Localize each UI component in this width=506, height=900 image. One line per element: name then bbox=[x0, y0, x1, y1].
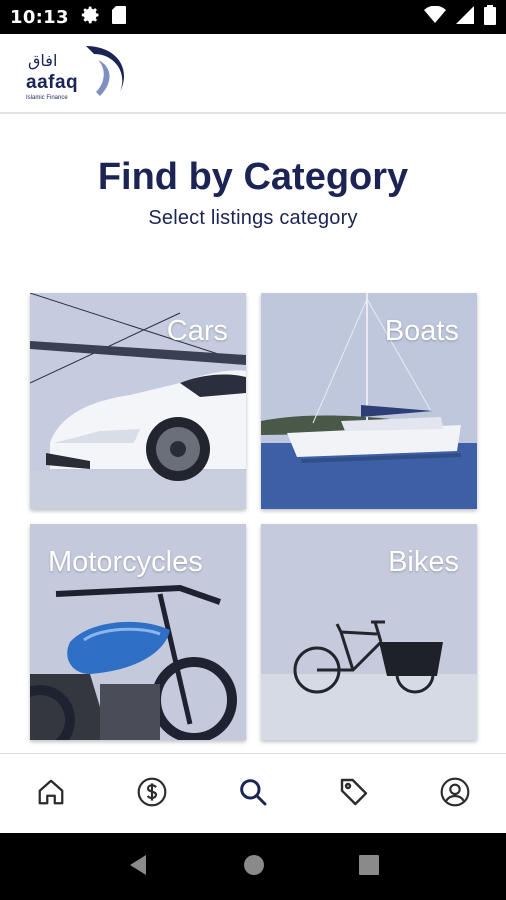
back-icon[interactable] bbox=[126, 853, 150, 881]
category-label-bikes: Bikes bbox=[388, 546, 459, 578]
gear-icon bbox=[81, 5, 101, 29]
system-nav-bar bbox=[0, 833, 506, 900]
logo-tagline: Islamic Finance bbox=[26, 95, 68, 101]
profile-icon bbox=[439, 776, 471, 812]
category-tile-bikes[interactable]: Bikes bbox=[261, 524, 477, 740]
status-bar: 10:13 bbox=[0, 0, 506, 34]
recents-icon[interactable] bbox=[358, 854, 380, 880]
page-subtitle: Select listings category bbox=[148, 207, 358, 229]
category-tile-motorcycles[interactable]: Motorcycles bbox=[30, 524, 246, 740]
wifi-icon bbox=[424, 5, 446, 28]
nav-search[interactable] bbox=[223, 764, 283, 824]
app-header: افاق aafaq Islamic Finance bbox=[0, 34, 506, 114]
nav-home[interactable] bbox=[21, 764, 81, 824]
nav-profile[interactable] bbox=[425, 764, 485, 824]
logo-text: aafaq bbox=[26, 72, 78, 93]
category-tile-cars[interactable]: Cars bbox=[30, 293, 246, 509]
status-time: 10:13 bbox=[10, 6, 69, 28]
sd-card-icon bbox=[111, 5, 127, 29]
logo-arabic: افاق bbox=[28, 51, 57, 70]
category-label-motorcycles: Motorcycles bbox=[48, 546, 203, 578]
category-tile-boats[interactable]: Boats bbox=[261, 293, 477, 509]
tag-icon bbox=[338, 776, 370, 812]
aafaq-logo[interactable]: افاق aafaq Islamic Finance bbox=[24, 42, 134, 104]
dollar-icon bbox=[136, 776, 168, 812]
search-icon bbox=[237, 776, 269, 812]
battery-icon bbox=[484, 5, 496, 29]
category-grid: Cars Boats Motorcycles Bikes bbox=[30, 293, 477, 740]
category-label-boats: Boats bbox=[384, 315, 459, 347]
nav-finance[interactable] bbox=[122, 764, 182, 824]
page-title: Find by Category bbox=[97, 156, 409, 198]
home-icon bbox=[36, 777, 66, 811]
nav-listings[interactable] bbox=[324, 764, 384, 824]
category-label-cars: Cars bbox=[166, 315, 228, 347]
signal-icon bbox=[456, 6, 474, 28]
bottom-nav bbox=[0, 753, 506, 833]
home-circle-icon[interactable] bbox=[242, 853, 266, 881]
